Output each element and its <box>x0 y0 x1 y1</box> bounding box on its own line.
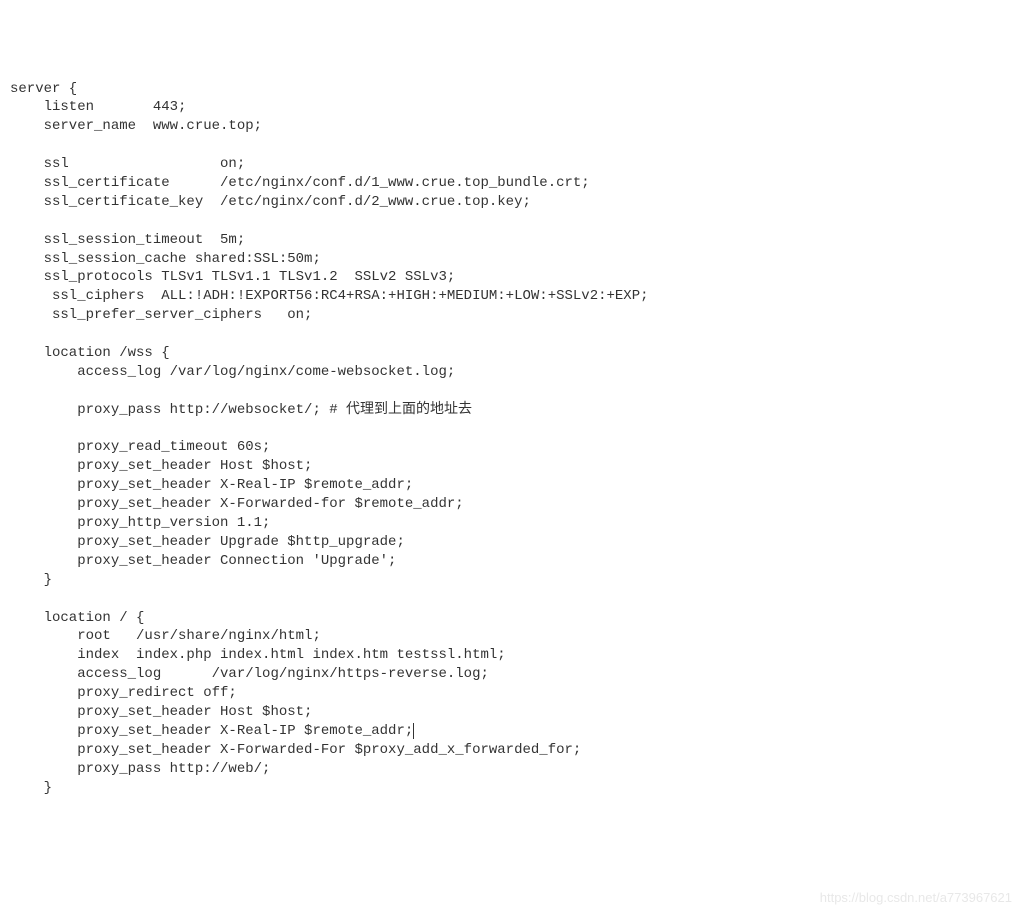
config-line: ssl_ciphers ALL:!ADH:!EXPORT56:RC4+RSA:+… <box>10 288 649 304</box>
config-line: location /wss { <box>10 345 170 361</box>
config-line: proxy_redirect off; <box>10 685 237 701</box>
config-line: proxy_set_header X-Real-IP $remote_addr; <box>10 477 413 493</box>
config-line: access_log /var/log/nginx/https-reverse.… <box>10 666 489 682</box>
config-line: proxy_set_header Host $host; <box>10 704 312 720</box>
config-line: proxy_set_header Upgrade $http_upgrade; <box>10 534 405 550</box>
config-line: ssl_session_cache shared:SSL:50m; <box>10 251 321 267</box>
config-line: } <box>10 572 52 588</box>
config-line: proxy_pass http://web/; <box>10 761 270 777</box>
watermark-text: https://blog.csdn.net/a773967621 <box>820 889 1012 907</box>
config-line: ssl on; <box>10 156 245 172</box>
config-line: proxy_http_version 1.1; <box>10 515 270 531</box>
config-line: ssl_protocols TLSv1 TLSv1.1 TLSv1.2 SSLv… <box>10 269 455 285</box>
config-line: index index.php index.html index.htm tes… <box>10 647 506 663</box>
config-line: proxy_pass http://websocket/; # 代理到上面的地址… <box>10 402 472 418</box>
config-line: listen 443; <box>10 99 186 115</box>
config-line: server_name www.crue.top; <box>10 118 262 134</box>
config-line: proxy_read_timeout 60s; <box>10 439 270 455</box>
config-line: } <box>10 780 52 796</box>
nginx-config-code: server { listen 443; server_name www.cru… <box>10 80 1020 798</box>
config-line: proxy_set_header Connection 'Upgrade'; <box>10 553 396 569</box>
config-line: root /usr/share/nginx/html; <box>10 628 321 644</box>
config-line: server { <box>10 81 77 97</box>
text-cursor <box>413 723 414 739</box>
config-line: proxy_set_header X-Real-IP $remote_addr; <box>10 723 414 739</box>
config-line: ssl_session_timeout 5m; <box>10 232 245 248</box>
config-line: access_log /var/log/nginx/come-websocket… <box>10 364 455 380</box>
config-line: ssl_certificate_key /etc/nginx/conf.d/2_… <box>10 194 531 210</box>
config-line: location / { <box>10 610 144 626</box>
config-line: ssl_prefer_server_ciphers on; <box>10 307 312 323</box>
config-line: proxy_set_header X-Forwarded-For $proxy_… <box>10 742 581 758</box>
config-line: ssl_certificate /etc/nginx/conf.d/1_www.… <box>10 175 590 191</box>
config-line: proxy_set_header X-Forwarded-for $remote… <box>10 496 464 512</box>
config-line: proxy_set_header Host $host; <box>10 458 312 474</box>
